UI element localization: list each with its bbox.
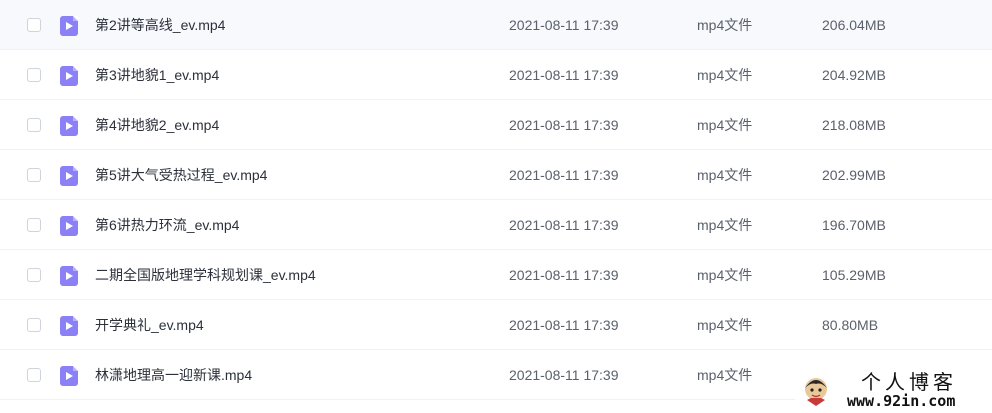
row-checkbox[interactable]	[27, 218, 41, 232]
file-type: mp4文件	[697, 117, 753, 133]
file-size: 105.29MB	[822, 267, 886, 283]
video-file-icon	[60, 316, 78, 336]
file-size: 218.08MB	[822, 117, 886, 133]
video-file-icon	[60, 266, 78, 286]
file-name[interactable]: 第6讲热力环流_ev.mp4	[95, 200, 239, 250]
watermark-url: www.92in.com	[847, 392, 956, 410]
file-row[interactable]: 第5讲大气受热过程_ev.mp4 2021-08-11 17:39 mp4文件 …	[0, 150, 992, 200]
file-type: mp4文件	[697, 67, 753, 83]
video-file-icon	[60, 366, 78, 386]
row-checkbox[interactable]	[27, 368, 41, 382]
row-checkbox[interactable]	[27, 18, 41, 32]
file-row[interactable]: 二期全国版地理学科规划课_ev.mp4 2021-08-11 17:39 mp4…	[0, 250, 992, 300]
file-row[interactable]: 第4讲地貌2_ev.mp4 2021-08-11 17:39 mp4文件 218…	[0, 100, 992, 150]
file-name[interactable]: 林潇地理高一迎新课.mp4	[95, 350, 252, 400]
file-size: 202.99MB	[822, 167, 886, 183]
blog-watermark: 个人博客 www.92in.com	[795, 370, 992, 413]
file-name[interactable]: 二期全国版地理学科规划课_ev.mp4	[95, 250, 316, 300]
row-checkbox[interactable]	[27, 318, 41, 332]
cartoon-avatar-icon	[805, 378, 827, 406]
file-row[interactable]: 第3讲地貌1_ev.mp4 2021-08-11 17:39 mp4文件 204…	[0, 50, 992, 100]
file-modified-date: 2021-08-11 17:39	[509, 367, 619, 383]
video-file-icon	[60, 166, 78, 186]
file-modified-date: 2021-08-11 17:39	[509, 67, 619, 83]
file-size: 204.92MB	[822, 67, 886, 83]
video-file-icon	[60, 16, 78, 36]
file-modified-date: 2021-08-11 17:39	[509, 17, 619, 33]
file-type: mp4文件	[697, 317, 753, 333]
file-row[interactable]: 第2讲等高线_ev.mp4 2021-08-11 17:39 mp4文件 206…	[0, 0, 992, 50]
file-type: mp4文件	[697, 267, 753, 283]
row-checkbox[interactable]	[27, 168, 41, 182]
file-size: 80.80MB	[822, 317, 879, 333]
file-size: 206.04MB	[822, 17, 886, 33]
file-name[interactable]: 第4讲地貌2_ev.mp4	[95, 100, 219, 150]
file-type: mp4文件	[697, 167, 753, 183]
row-checkbox[interactable]	[27, 68, 41, 82]
file-modified-date: 2021-08-11 17:39	[509, 317, 619, 333]
file-modified-date: 2021-08-11 17:39	[509, 167, 619, 183]
file-type: mp4文件	[697, 367, 753, 383]
video-file-icon	[60, 66, 78, 86]
watermark-title: 个人博客	[861, 370, 957, 394]
video-file-icon	[60, 116, 78, 136]
row-checkbox[interactable]	[27, 268, 41, 282]
file-modified-date: 2021-08-11 17:39	[509, 117, 619, 133]
file-list: 第2讲等高线_ev.mp4 2021-08-11 17:39 mp4文件 206…	[0, 0, 992, 400]
file-row[interactable]: 第6讲热力环流_ev.mp4 2021-08-11 17:39 mp4文件 19…	[0, 200, 992, 250]
file-name[interactable]: 第5讲大气受热过程_ev.mp4	[95, 150, 267, 200]
file-type: mp4文件	[697, 17, 753, 33]
file-row[interactable]: 开学典礼_ev.mp4 2021-08-11 17:39 mp4文件 80.80…	[0, 300, 992, 350]
file-name[interactable]: 第3讲地貌1_ev.mp4	[95, 50, 219, 100]
file-name[interactable]: 第2讲等高线_ev.mp4	[95, 0, 225, 50]
video-file-icon	[60, 216, 78, 236]
file-size: 196.70MB	[822, 217, 886, 233]
row-checkbox[interactable]	[27, 118, 41, 132]
file-type: mp4文件	[697, 217, 753, 233]
file-modified-date: 2021-08-11 17:39	[509, 217, 619, 233]
file-name[interactable]: 开学典礼_ev.mp4	[95, 300, 204, 350]
file-modified-date: 2021-08-11 17:39	[509, 267, 619, 283]
